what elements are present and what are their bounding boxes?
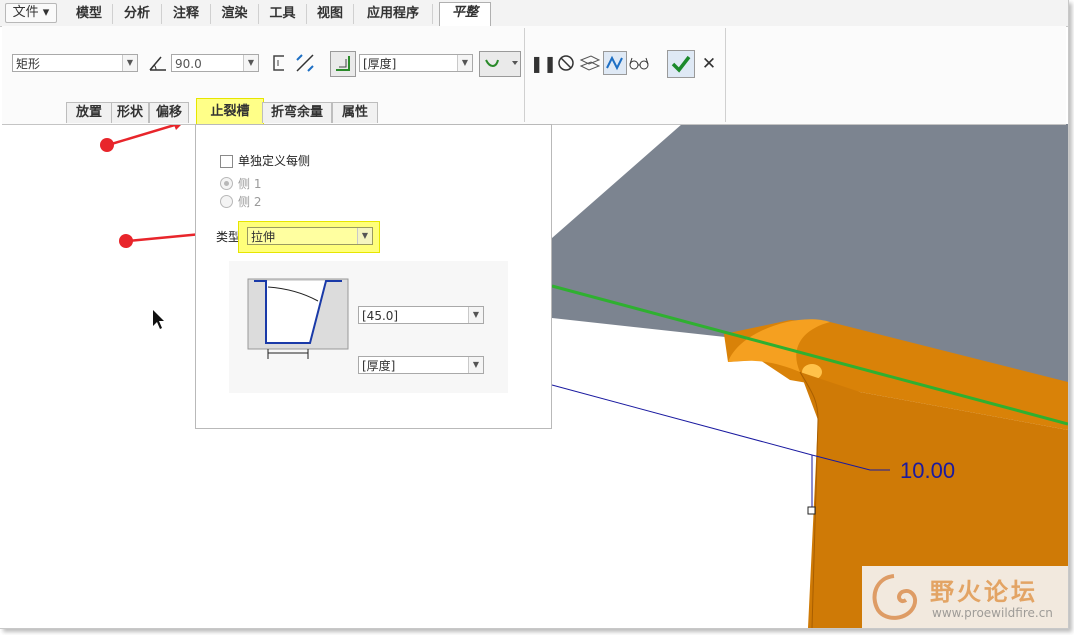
define-each-side-checkbox[interactable]	[220, 155, 233, 168]
define-each-side-label: 单独定义每侧	[238, 154, 311, 168]
relief-angle-combo[interactable]: [45.0] ▼	[358, 306, 484, 324]
menu-applications[interactable]: 应用程序	[354, 4, 433, 24]
relief-angle-value: [45.0]	[362, 309, 399, 323]
side1-radio[interactable]	[220, 177, 233, 190]
separator	[524, 28, 525, 122]
app-window: 10.00 文件 ▾ 模型 分析 注释 渲染 工具 视图 应用程序 平整 矩形 …	[0, 0, 1069, 629]
annotation-dot-1	[100, 138, 114, 152]
dimension-handle[interactable]	[807, 506, 816, 515]
relief-width-value: [厚度]	[362, 359, 396, 373]
side1-label: 侧 1	[238, 177, 262, 191]
watermark-logo	[872, 574, 917, 620]
menu-tools[interactable]: 工具	[259, 4, 307, 24]
angle-combo-value: 90.0	[175, 57, 202, 71]
tab-bend-allowance[interactable]: 折弯余量	[262, 102, 332, 123]
relief-panel: 单独定义每侧 侧 1 侧 2 类型 拉伸 ▼ [45.0] ▼ [厚度] ▼	[195, 124, 552, 429]
tab-placement[interactable]: 放置	[66, 102, 112, 123]
verify-preview-icon[interactable]	[603, 51, 627, 75]
watermark-url: www.proewildfire.cn	[932, 606, 1053, 620]
glasses-icon[interactable]	[628, 52, 650, 74]
relief-width-combo[interactable]: [厚度] ▼	[358, 356, 484, 374]
menu-render[interactable]: 渲染	[211, 4, 259, 24]
separator	[725, 28, 726, 122]
menu-model[interactable]: 模型	[66, 4, 113, 24]
thickness-combo-value: [厚度]	[363, 57, 397, 71]
menu-file[interactable]: 文件 ▾	[5, 3, 57, 23]
chevron-down-icon[interactable]: ▼	[468, 307, 483, 323]
bend-relief-icon[interactable]	[479, 51, 521, 77]
chevron-down-icon[interactable]: ▼	[457, 55, 472, 71]
tab-shape[interactable]: 形状	[111, 102, 149, 123]
tab-properties[interactable]: 属性	[332, 102, 378, 123]
type-combo[interactable]: 拉伸 ▼	[247, 227, 373, 245]
thickness-side-icon[interactable]	[330, 51, 356, 77]
chevron-down-icon[interactable]: ▼	[243, 55, 258, 71]
watermark-title: 野火论坛	[930, 578, 1038, 606]
menu-annotate[interactable]: 注释	[162, 4, 211, 24]
menu-flatten[interactable]: 平整	[439, 2, 491, 27]
side2-radio[interactable]	[220, 195, 233, 208]
feature-dashboard: 矩形 ▼ 90.0 ▼ [厚度] ▼ ❚❚ ✕ 放置 形状 偏移 止裂槽 折弯余…	[2, 26, 1066, 126]
shape-combo[interactable]: 矩形 ▼	[12, 54, 138, 72]
thickness-combo[interactable]: [厚度] ▼	[359, 54, 473, 72]
chevron-down-icon[interactable]: ▼	[122, 55, 137, 71]
angle-icon	[147, 52, 169, 74]
watermark: 野火论坛 www.proewildfire.cn	[862, 566, 1068, 628]
menu-bar: 文件 ▾ 模型 分析 注释 渲染 工具 视图 应用程序 平整	[0, 0, 1068, 27]
cancel-x-icon[interactable]: ✕	[698, 53, 720, 75]
tab-offset[interactable]: 偏移	[149, 102, 189, 123]
angle-combo[interactable]: 90.0 ▼	[171, 54, 259, 72]
ok-checkmark-icon[interactable]	[667, 50, 695, 78]
preview-icon[interactable]	[579, 52, 601, 74]
pause-icon[interactable]: ❚❚	[530, 53, 557, 75]
type-combo-value: 拉伸	[251, 230, 276, 244]
shape-combo-value: 矩形	[16, 57, 41, 71]
menu-view[interactable]: 视图	[307, 4, 354, 24]
menu-analysis[interactable]: 分析	[113, 4, 162, 24]
dimension-text[interactable]: 10.00	[900, 458, 955, 483]
flip-direction-icon[interactable]	[294, 52, 316, 74]
relief-diagram	[247, 278, 349, 359]
tab-relief[interactable]: 止裂槽	[196, 98, 264, 126]
chevron-down-icon[interactable]: ▼	[468, 357, 483, 373]
no-preview-icon[interactable]	[555, 52, 577, 74]
annotation-dot-2	[119, 234, 133, 248]
type-label: 类型	[216, 230, 241, 244]
chevron-down-icon[interactable]: ▼	[357, 228, 372, 244]
flip-side-icon[interactable]	[268, 52, 290, 74]
side2-label: 侧 2	[238, 195, 262, 209]
